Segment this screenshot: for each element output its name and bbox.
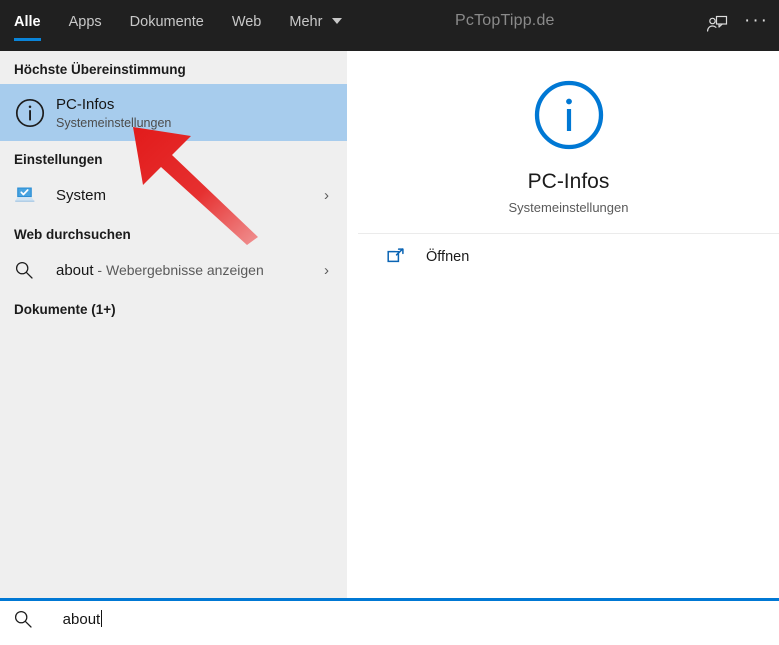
results-sidebar: Höchste Übereinstimmung PC-Infos Systeme… bbox=[0, 51, 347, 598]
detail-panel: PC-Infos Systemeinstellungen Öffnen bbox=[358, 56, 779, 598]
tab-active-underline bbox=[14, 38, 41, 41]
chevron-down-icon bbox=[332, 18, 343, 25]
sidebar-item-system[interactable]: System › bbox=[0, 174, 347, 216]
search-input-value-wrap[interactable]: about bbox=[46, 593, 103, 645]
tab-mehr-label: Mehr bbox=[289, 14, 323, 30]
chevron-right-icon[interactable]: › bbox=[324, 187, 333, 204]
tab-web-label: Web bbox=[231, 14, 262, 30]
search-input-bar[interactable]: about bbox=[0, 598, 779, 637]
web-result-suffix: - Webergebnisse anzeigen bbox=[93, 261, 264, 278]
topbar-actions: ··· bbox=[700, 10, 769, 40]
tab-alle-label: Alle bbox=[14, 14, 41, 30]
best-match-result[interactable]: PC-Infos Systemeinstellungen bbox=[0, 84, 347, 141]
info-circle-icon-large bbox=[533, 79, 605, 156]
search-icon bbox=[14, 260, 56, 280]
open-external-icon bbox=[386, 247, 426, 267]
person-feedback-icon[interactable] bbox=[700, 10, 734, 40]
detail-subtitle: Systemeinstellungen bbox=[508, 200, 629, 215]
info-circle-icon bbox=[14, 97, 56, 129]
sidebar-item-web-result[interactable]: about - Webergebnisse anzeigen › bbox=[0, 249, 347, 291]
search-top-bar: Alle Apps Dokumente Web Mehr PcTopTipp.d… bbox=[0, 0, 779, 51]
tab-apps-label: Apps bbox=[68, 14, 102, 30]
search-input-value: about bbox=[62, 611, 101, 628]
text-cursor bbox=[101, 610, 103, 627]
best-match-texts: PC-Infos Systemeinstellungen bbox=[56, 95, 333, 131]
filter-tabs: Alle Apps Dokumente Web Mehr bbox=[0, 0, 343, 43]
settings-header: Einstellungen bbox=[14, 152, 103, 167]
detail-title: PC-Infos bbox=[527, 170, 610, 193]
tab-alle[interactable]: Alle bbox=[14, 14, 41, 43]
ellipsis-icon[interactable]: ··· bbox=[744, 11, 769, 34]
tab-dokumente-label: Dokumente bbox=[129, 14, 204, 30]
best-match-header: Höchste Übereinstimmung bbox=[14, 62, 186, 77]
sidebar-item-system-label: System bbox=[56, 186, 107, 204]
tab-dokumente[interactable]: Dokumente bbox=[130, 14, 204, 43]
best-match-title: PC-Infos bbox=[56, 95, 115, 113]
web-result-query: about bbox=[56, 261, 94, 279]
chevron-right-icon[interactable]: › bbox=[324, 262, 333, 279]
open-action-label: Öffnen bbox=[426, 249, 470, 265]
open-action-button[interactable]: Öffnen bbox=[358, 234, 779, 280]
watermark-text: PcTopTipp.de bbox=[455, 12, 555, 29]
tab-mehr[interactable]: Mehr bbox=[289, 14, 343, 43]
documents-header: Dokumente (1+) bbox=[14, 302, 116, 317]
best-match-subtitle: Systemeinstellungen bbox=[56, 115, 172, 130]
detail-hero: PC-Infos Systemeinstellungen bbox=[358, 56, 779, 234]
system-monitor-icon bbox=[14, 185, 56, 205]
tab-web[interactable]: Web bbox=[232, 14, 262, 43]
web-result-label: about - Webergebnisse anzeigen bbox=[56, 262, 324, 279]
tab-apps[interactable]: Apps bbox=[69, 14, 102, 43]
web-search-header: Web durchsuchen bbox=[14, 227, 131, 242]
search-icon bbox=[13, 609, 46, 629]
